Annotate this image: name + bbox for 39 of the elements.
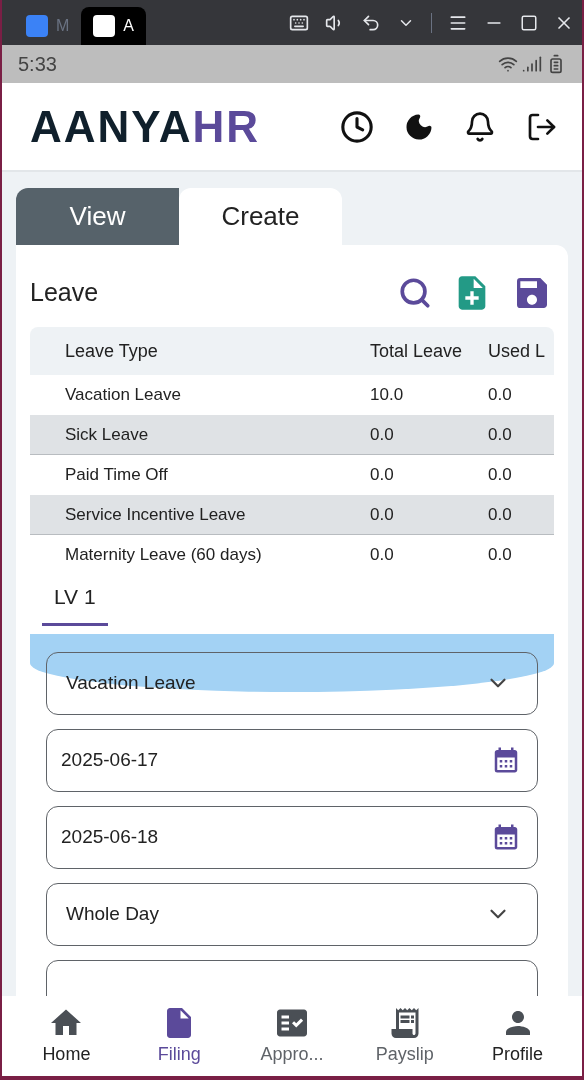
wifi-icon xyxy=(498,54,518,74)
table-cell-text: Maternity Leave (60 days) xyxy=(64,544,263,567)
table-cell-text: Paid Time Off xyxy=(64,464,169,487)
bell-icon[interactable] xyxy=(464,110,496,143)
table-cell-text: 0.0 xyxy=(488,423,512,446)
logo: AANYAHR xyxy=(30,104,260,149)
table-cell-text: Service Incentive Leave xyxy=(64,503,247,526)
tab[interactable]: Create xyxy=(179,188,342,245)
tab[interactable]: View xyxy=(16,188,179,245)
date-field[interactable]: 2025-06-18 xyxy=(46,805,538,869)
table-cell-text: 0.0 xyxy=(370,464,395,487)
select-field[interactable]: Vacation Leave xyxy=(46,651,538,715)
emulator-tab[interactable]: A xyxy=(81,7,146,45)
table-cell-text: 0.0 xyxy=(370,503,395,526)
table-cell-text: 0.0 xyxy=(488,503,512,526)
column-header: Leave Type xyxy=(64,339,159,363)
status-time: 5:33 xyxy=(18,52,57,77)
nav-item[interactable]: Home xyxy=(16,1004,117,1068)
table-cell-text: 0.0 xyxy=(488,544,512,567)
subtab[interactable]: LV 1 xyxy=(42,581,108,626)
table-cell-text: 0.0 xyxy=(488,464,512,487)
table-cell-text: 0.0 xyxy=(488,384,512,407)
undo-icon[interactable] xyxy=(361,12,381,33)
select-field[interactable]: Whole Day xyxy=(46,882,538,946)
table-cell-text: 0.0 xyxy=(370,423,395,446)
clock-icon[interactable] xyxy=(340,109,374,144)
table-cell-text: Vacation Leave xyxy=(64,384,182,407)
column-header: Used L xyxy=(488,339,546,363)
table-cell-text: 0.0 xyxy=(370,544,395,567)
search-icon[interactable] xyxy=(398,276,432,310)
section-title: Leave xyxy=(30,277,99,309)
nav-item[interactable]: Filing xyxy=(129,1004,230,1068)
table-cell-text: Sick Leave xyxy=(64,423,150,446)
maximize-icon[interactable] xyxy=(520,13,538,32)
date-field[interactable]: 2025-06-17 xyxy=(46,728,538,792)
signal-icon xyxy=(522,54,542,74)
column-header: Total Leave xyxy=(370,339,464,363)
nav-item[interactable]: Profile xyxy=(467,1004,568,1068)
table-cell-text: 10.0 xyxy=(370,384,405,407)
